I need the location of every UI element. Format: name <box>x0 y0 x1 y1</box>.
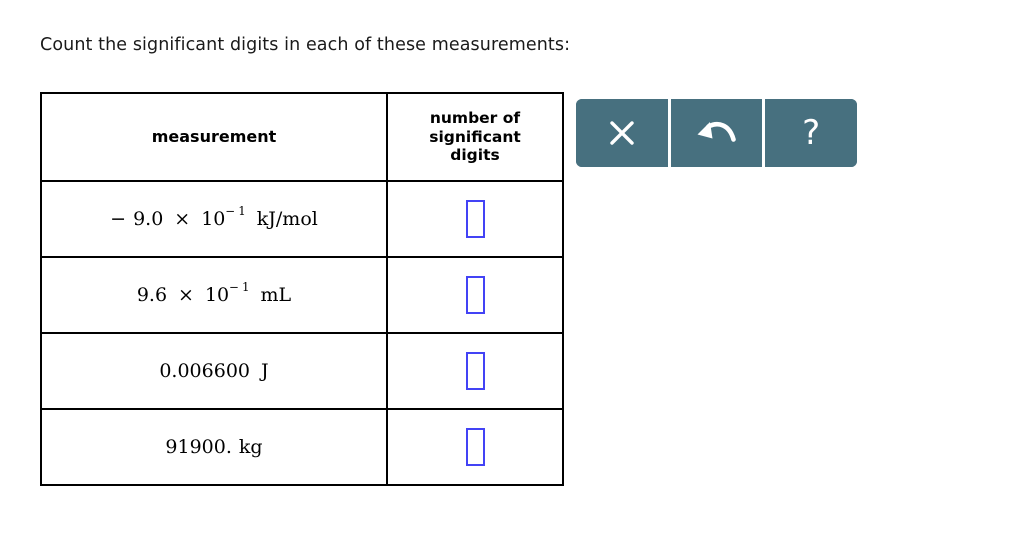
measurement-value: −9.0 × 10− 1 kJ/mol <box>110 205 318 230</box>
close-x-icon <box>607 118 637 148</box>
column-header-measurement: measurement <box>40 92 388 182</box>
clear-button[interactable] <box>576 99 668 167</box>
measurement-cell: 91900. kg <box>40 408 388 486</box>
measurement-coefficient: 0.006600 <box>159 359 251 382</box>
measurement-coefficient: 9.6 <box>136 283 168 306</box>
exponent-sign: − <box>229 280 240 295</box>
column-header-sig-digits-line1: number of <box>429 108 521 127</box>
table-row: 91900. kg <box>40 408 564 486</box>
sig-digits-input[interactable] <box>465 200 485 238</box>
measurement-value: 91900. kg <box>165 435 263 458</box>
column-header-sig-digits-line3: digits <box>450 146 500 165</box>
sig-digits-input[interactable] <box>465 352 485 390</box>
exponent-value: 1 <box>238 204 246 219</box>
exponent-sign: − <box>225 204 236 219</box>
measurement-value: 9.6 × 10− 1 mL <box>136 281 292 306</box>
measurement-unit: mL <box>260 283 292 306</box>
answer-cell <box>386 408 564 486</box>
sig-digits-input[interactable] <box>465 276 485 314</box>
measurement-unit: kJ/mol <box>256 207 318 230</box>
measurement-coefficient: 9.0 <box>133 207 164 230</box>
question-mark-icon: ? <box>802 113 821 153</box>
undo-arrow-icon <box>695 118 739 148</box>
answer-cell <box>386 332 564 410</box>
measurement-unit: J <box>261 359 269 382</box>
exponent-value: 1 <box>242 280 250 295</box>
measurement-unit: kg <box>238 435 263 458</box>
sig-digits-input[interactable] <box>465 428 485 466</box>
table-body: −9.0 × 10− 1 kJ/mol 9.6 × 10− 1 mL 0.006600 J <box>40 180 564 486</box>
multiplication-sign: × <box>174 207 191 230</box>
answer-cell <box>386 180 564 258</box>
answer-cell <box>386 256 564 334</box>
answer-toolbar: ? <box>576 99 857 167</box>
significant-digits-table: measurement number of significant digits… <box>40 92 564 486</box>
undo-button[interactable] <box>670 99 763 167</box>
measurement-cell: 9.6 × 10− 1 mL <box>40 256 388 334</box>
table-row: 0.006600 J <box>40 332 564 410</box>
measurement-cell: −9.0 × 10− 1 kJ/mol <box>40 180 388 258</box>
help-button[interactable]: ? <box>765 99 857 167</box>
column-header-sig-digits: number of significant digits <box>386 92 564 182</box>
table-row: 9.6 × 10− 1 mL <box>40 256 564 334</box>
column-header-sig-digits-line2: significant <box>429 127 521 146</box>
measurement-base: 10 <box>201 207 226 230</box>
page-title: Count the significant digits in each of … <box>40 35 571 55</box>
measurement-base: 10 <box>204 283 230 306</box>
table-row: −9.0 × 10− 1 kJ/mol <box>40 180 564 258</box>
table-header: measurement number of significant digits <box>40 92 564 182</box>
measurement-sign: − <box>110 207 127 230</box>
measurement-coefficient: 91900. <box>165 435 232 458</box>
multiplication-sign: × <box>178 283 194 306</box>
table-header-row: measurement number of significant digits <box>40 92 564 182</box>
measurement-exponent: −1 <box>225 204 245 218</box>
measurement-cell: 0.006600 J <box>40 332 388 410</box>
measurement-exponent: −1 <box>229 280 249 294</box>
measurement-value: 0.006600 J <box>159 359 269 382</box>
